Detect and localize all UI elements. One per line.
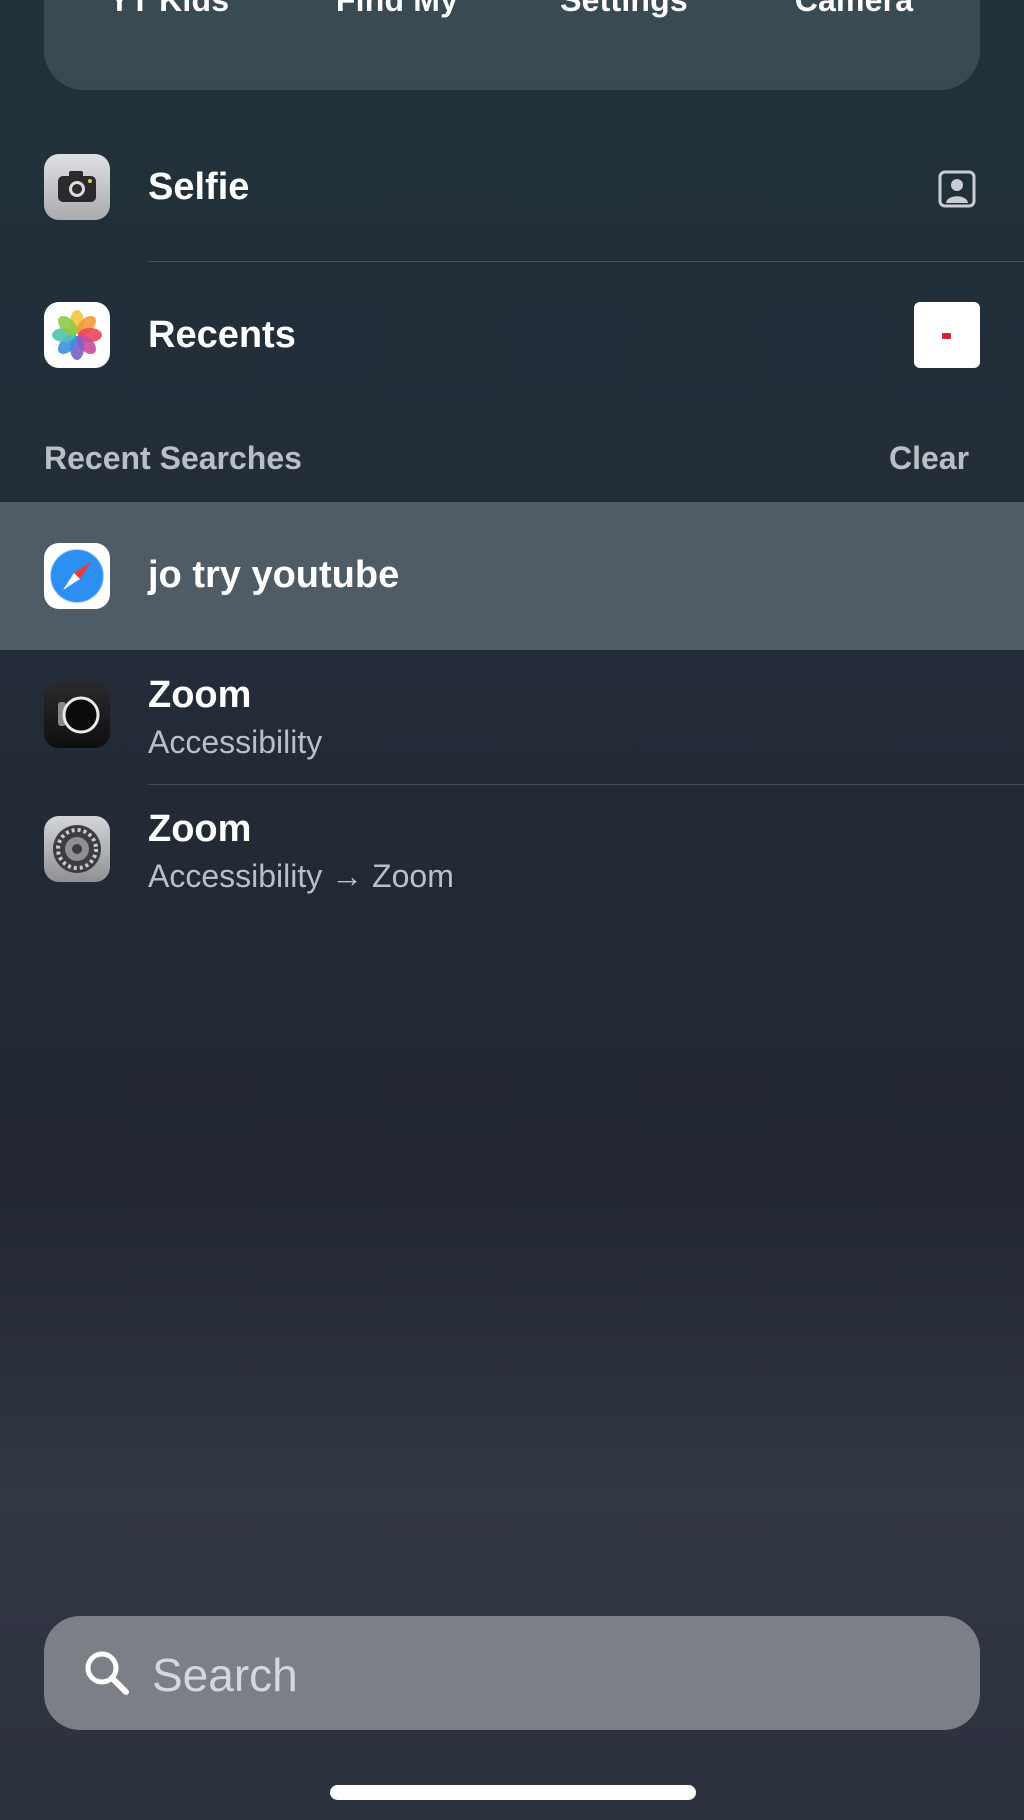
- shortcut-title-recents: Recents: [148, 314, 296, 356]
- safari-icon: [44, 543, 110, 609]
- row-divider: [148, 261, 1024, 262]
- app-label-settings[interactable]: Settings: [524, 0, 724, 19]
- clear-button[interactable]: Clear: [889, 440, 969, 477]
- siri-suggestions-card: YT Kids Find My Settings Camera: [44, 0, 980, 90]
- search-bar[interactable]: Search: [44, 1616, 980, 1730]
- recent-search-subtitle: Accessibility: [148, 724, 323, 760]
- photo-thumbnail: [914, 302, 980, 368]
- recent-search-subtitle: Accessibility → Zoom: [148, 858, 454, 894]
- home-indicator[interactable]: [330, 1785, 696, 1800]
- shortcut-row-recents[interactable]: Recents: [0, 268, 1024, 408]
- thumbnail-dot: [942, 333, 951, 339]
- shortcut-title-selfie: Selfie: [148, 166, 250, 208]
- app-label-camera[interactable]: Camera: [754, 0, 954, 19]
- search-icon: [82, 1648, 132, 1698]
- watch-icon: [44, 682, 110, 748]
- recent-search-item-zoom-watch[interactable]: Zoom Accessibility: [0, 660, 1024, 784]
- app-label-find-my[interactable]: Find My: [297, 0, 497, 19]
- recent-searches-header: Recent Searches: [44, 440, 302, 476]
- recent-search-item-safari[interactable]: jo try youtube: [0, 502, 1024, 650]
- row-divider: [148, 784, 1024, 785]
- recent-search-title: Zoom: [148, 674, 252, 716]
- settings-icon: [44, 816, 110, 882]
- shortcut-row-selfie[interactable]: Selfie: [0, 120, 1024, 260]
- photos-icon: [44, 302, 110, 368]
- search-input[interactable]: Search: [152, 1648, 298, 1702]
- app-label-yt-kids[interactable]: YT Kids: [69, 0, 269, 19]
- recent-search-title: Zoom: [148, 808, 252, 850]
- portrait-contact-icon: [938, 170, 976, 208]
- recent-search-title: jo try youtube: [148, 554, 400, 596]
- camera-icon: [44, 154, 110, 220]
- recent-search-item-zoom-settings[interactable]: Zoom Accessibility → Zoom: [0, 794, 1024, 918]
